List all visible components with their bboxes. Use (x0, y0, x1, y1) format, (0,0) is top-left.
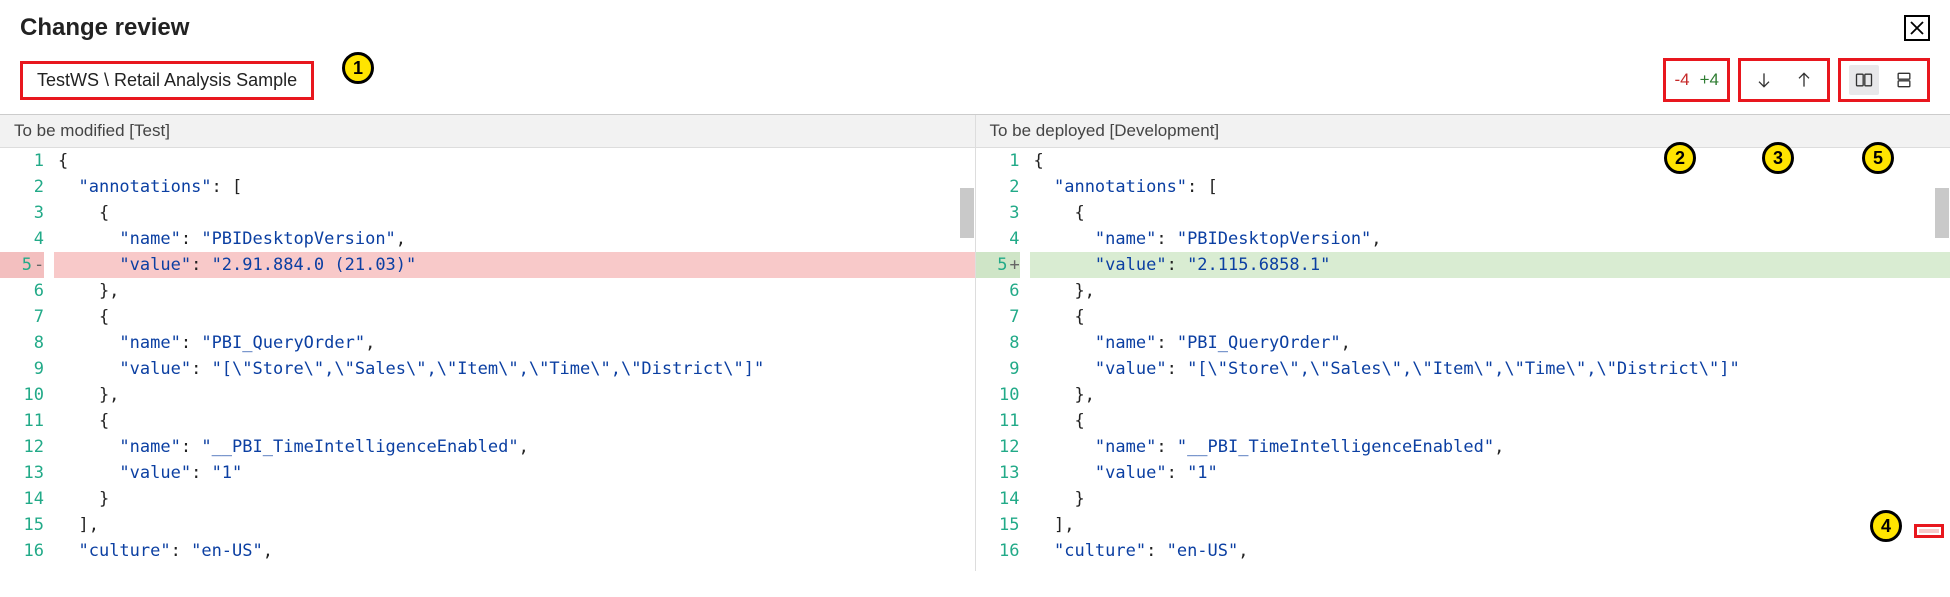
line-number: 2 (976, 174, 1020, 200)
right-pane-header: To be deployed [Development] (976, 115, 1950, 148)
code-line: "name": "__PBI_TimeIntelligenceEnabled", (1030, 434, 1950, 460)
line-number: 14 (976, 486, 1020, 512)
code-line: }, (1030, 278, 1950, 304)
nav-group (1738, 58, 1830, 102)
line-number: 15 (0, 512, 44, 538)
line-number: 3 (976, 200, 1020, 226)
code-line: }, (1030, 382, 1950, 408)
line-number: 9 (976, 356, 1020, 382)
next-change-button[interactable] (1749, 65, 1779, 95)
callout-5: 5 (1862, 142, 1894, 174)
code-line: "value": "2.91.884.0 (21.03)" (54, 252, 975, 278)
line-number: 15 (976, 512, 1020, 538)
line-number: 13 (976, 460, 1020, 486)
code-line: "name": "PBI_QueryOrder", (1030, 330, 1950, 356)
line-number: 8 (0, 330, 44, 356)
view-mode-group (1838, 58, 1930, 102)
code-line: } (54, 486, 975, 512)
right-code[interactable]: 12345+678910111213141516 { "annotations"… (976, 148, 1950, 571)
code-line: { (1030, 304, 1950, 330)
code-line: "name": "__PBI_TimeIntelligenceEnabled", (54, 434, 975, 460)
right-scrollbar[interactable] (1935, 188, 1949, 238)
callout-1: 1 (342, 52, 374, 84)
left-scrollbar[interactable] (960, 188, 974, 238)
line-number: 11 (0, 408, 44, 434)
arrow-down-icon (1754, 70, 1774, 90)
code-line: { (54, 200, 975, 226)
code-line: { (54, 304, 975, 330)
stacked-icon (1894, 70, 1914, 90)
code-line: { (1030, 200, 1950, 226)
code-line: "annotations": [ (54, 174, 975, 200)
left-code[interactable]: 12345-678910111213141516 { "annotations"… (0, 148, 975, 571)
code-line: "value": "2.115.6858.1" (1030, 252, 1950, 278)
code-line: ], (54, 512, 975, 538)
line-number: 4 (976, 226, 1020, 252)
callout-2: 2 (1664, 142, 1696, 174)
side-by-side-view-button[interactable] (1849, 65, 1879, 95)
line-number: 8 (976, 330, 1020, 356)
left-pane: To be modified [Test] 12345-678910111213… (0, 115, 976, 571)
overview-ruler-marker[interactable] (1914, 524, 1944, 538)
line-number: 10 (0, 382, 44, 408)
breadcrumb-text: TestWS \ Retail Analysis Sample (37, 70, 297, 90)
code-line: "value": "[\"Store\",\"Sales\",\"Item\",… (1030, 356, 1950, 382)
line-number: 2 (0, 174, 44, 200)
line-number: 1 (976, 148, 1020, 174)
code-line: "name": "PBIDesktopVersion", (1030, 226, 1950, 252)
line-number: 7 (976, 304, 1020, 330)
callout-3: 3 (1762, 142, 1794, 174)
breadcrumb: TestWS \ Retail Analysis Sample (20, 61, 314, 100)
line-number: 13 (0, 460, 44, 486)
code-line: "culture": "en-US", (54, 538, 975, 564)
dialog-title: Change review (20, 14, 189, 42)
inline-view-button[interactable] (1889, 65, 1919, 95)
line-number: 6 (0, 278, 44, 304)
added-count: +4 (1700, 70, 1719, 90)
code-line: }, (54, 382, 975, 408)
close-icon (1908, 19, 1926, 37)
code-line: "annotations": [ (1030, 174, 1950, 200)
code-line: ], (1030, 512, 1950, 538)
line-number: 11 (976, 408, 1020, 434)
code-line: "value": "1" (54, 460, 975, 486)
line-number: 12 (0, 434, 44, 460)
close-button[interactable] (1904, 15, 1930, 41)
removed-count: -4 (1674, 70, 1689, 90)
diff-summary: -4 +4 (1663, 58, 1730, 102)
code-line: "value": "[\"Store\",\"Sales\",\"Item\",… (54, 356, 975, 382)
code-line: "value": "1" (1030, 460, 1950, 486)
callout-4: 4 (1870, 510, 1902, 542)
line-number: 4 (0, 226, 44, 252)
line-number: 1 (0, 148, 44, 174)
line-number: 16 (976, 538, 1020, 564)
line-number: 10 (976, 382, 1020, 408)
line-number: 5- (0, 252, 44, 278)
line-number: 9 (0, 356, 44, 382)
code-line: { (54, 408, 975, 434)
line-number: 6 (976, 278, 1020, 304)
left-pane-header: To be modified [Test] (0, 115, 975, 148)
code-line: { (54, 148, 975, 174)
line-number: 16 (0, 538, 44, 564)
code-line: { (1030, 148, 1950, 174)
right-pane: To be deployed [Development] 12345+67891… (976, 115, 1950, 571)
line-number: 14 (0, 486, 44, 512)
line-number: 7 (0, 304, 44, 330)
code-line: "name": "PBI_QueryOrder", (54, 330, 975, 356)
code-line: "culture": "en-US", (1030, 538, 1950, 564)
code-line: }, (54, 278, 975, 304)
line-number: 3 (0, 200, 44, 226)
code-line: { (1030, 408, 1950, 434)
columns-icon (1854, 70, 1874, 90)
arrow-up-icon (1794, 70, 1814, 90)
code-line: "name": "PBIDesktopVersion", (54, 226, 975, 252)
code-line: } (1030, 486, 1950, 512)
line-number: 12 (976, 434, 1020, 460)
prev-change-button[interactable] (1789, 65, 1819, 95)
line-number: 5+ (976, 252, 1020, 278)
